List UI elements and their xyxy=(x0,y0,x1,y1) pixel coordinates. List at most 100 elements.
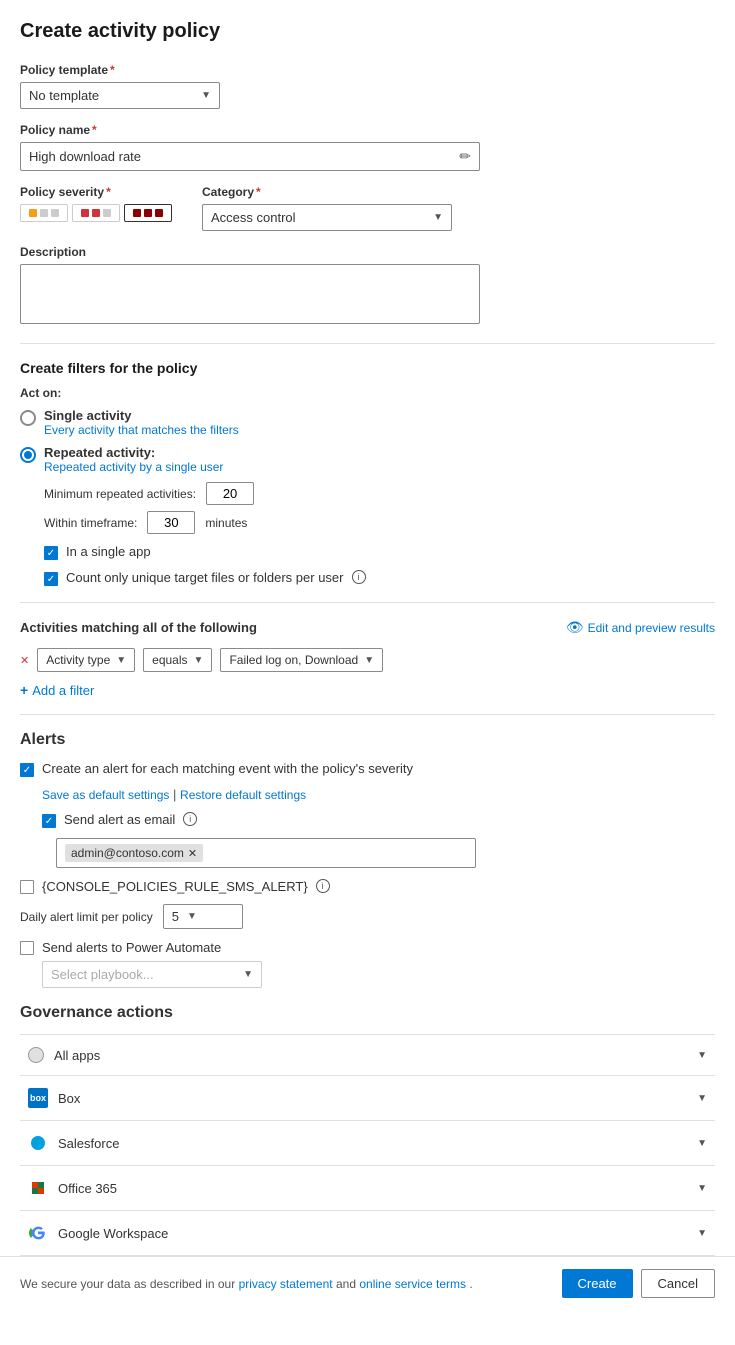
severity-medium-btn[interactable] xyxy=(72,204,120,222)
single-activity-label: Single activity xyxy=(44,408,239,423)
activity-type-filter[interactable]: Activity type ▼ xyxy=(37,648,135,672)
severity-high-btn[interactable] xyxy=(124,204,172,222)
in-single-app-checkbox[interactable]: ✓ xyxy=(44,546,58,560)
email-remove-icon[interactable]: ✕ xyxy=(188,847,197,860)
severity-category-row: Policy severity* xyxy=(20,185,715,231)
in-single-app-row: ✓ In a single app xyxy=(44,544,715,560)
category-group: Category* Access control ▼ xyxy=(202,185,452,231)
power-automate-row: Send alerts to Power Automate xyxy=(20,939,715,955)
filters-title: Create filters for the policy xyxy=(20,360,715,376)
online-service-terms-link[interactable]: online service terms xyxy=(359,1277,466,1291)
alerts-title: Alerts xyxy=(20,731,715,749)
min-repeated-input[interactable] xyxy=(206,482,254,505)
description-label: Description xyxy=(20,245,715,259)
count-unique-checkbox[interactable]: ✓ xyxy=(44,572,58,586)
chevron-down-icon: ▼ xyxy=(364,655,374,666)
governance-box[interactable]: box Box ▼ xyxy=(20,1075,715,1120)
send-email-checkbox[interactable]: ✓ xyxy=(42,814,56,828)
footer: We secure your data as described in our … xyxy=(0,1256,735,1310)
within-timeframe-row: Within timeframe: minutes xyxy=(44,511,715,534)
description-section: Description xyxy=(20,245,715,327)
count-unique-row: ✓ Count only unique target files or fold… xyxy=(44,570,715,586)
filter-value[interactable]: Failed log on, Download ▼ xyxy=(220,648,383,672)
sms-row: {CONSOLE_POLICIES_RULE_SMS_ALERT} i xyxy=(20,878,715,894)
min-repeated-row: Minimum repeated activities: xyxy=(44,482,715,505)
power-automate-checkbox[interactable] xyxy=(20,941,34,955)
minutes-label: minutes xyxy=(205,516,247,530)
description-textarea[interactable] xyxy=(20,264,480,324)
min-repeated-label: Minimum repeated activities: xyxy=(44,487,196,501)
repeated-activity-radio[interactable] xyxy=(20,447,36,463)
playbook-select[interactable]: Select playbook... ▼ xyxy=(42,961,262,988)
cancel-button[interactable]: Cancel xyxy=(641,1269,715,1298)
category-dropdown[interactable]: Access control ▼ xyxy=(202,204,452,231)
policy-name-section: Policy name* High download rate ✏ xyxy=(20,123,715,171)
playbook-placeholder: Select playbook... xyxy=(51,967,154,982)
governance-google[interactable]: Google Workspace ▼ xyxy=(20,1210,715,1256)
activities-matching-section: Activities matching all of the following… xyxy=(20,619,715,698)
create-button[interactable]: Create xyxy=(562,1269,633,1298)
policy-template-dropdown[interactable]: No template ▼ xyxy=(20,82,220,109)
single-activity-radio[interactable] xyxy=(20,410,36,426)
count-unique-info-icon[interactable]: i xyxy=(352,570,366,584)
category-label: Category* xyxy=(202,185,452,199)
email-input-box[interactable]: admin@contoso.com ✕ xyxy=(56,838,476,868)
chevron-down-icon: ▼ xyxy=(697,1138,707,1149)
send-email-info-icon[interactable]: i xyxy=(183,812,197,826)
chevron-down-icon: ▼ xyxy=(187,911,197,922)
edit-preview-link[interactable]: 👁 Edit and preview results xyxy=(566,619,715,636)
single-activity-sublabel: Every activity that matches the filters xyxy=(44,423,239,437)
send-email-row: ✓ Send alert as email i xyxy=(42,812,715,828)
privacy-statement-link[interactable]: privacy statement xyxy=(239,1277,333,1291)
chevron-down-icon: ▼ xyxy=(194,655,204,666)
chevron-down-icon: ▼ xyxy=(201,90,211,101)
all-apps-icon xyxy=(28,1047,44,1063)
chevron-down-icon: ▼ xyxy=(433,212,443,223)
single-activity-option[interactable]: Single activity Every activity that matc… xyxy=(20,408,715,437)
severity-low-dot xyxy=(29,209,37,217)
severity-low-btn[interactable] xyxy=(20,204,68,222)
restore-default-link[interactable]: Restore default settings xyxy=(180,788,306,802)
severity-high-dot xyxy=(133,209,141,217)
divider-3 xyxy=(20,714,715,715)
office365-icon xyxy=(28,1178,48,1198)
within-timeframe-input[interactable] xyxy=(147,511,195,534)
policy-name-input[interactable]: High download rate ✏ xyxy=(20,142,480,171)
footer-buttons: Create Cancel xyxy=(562,1269,716,1298)
governance-all-apps[interactable]: All apps ▼ xyxy=(20,1034,715,1075)
plus-icon: + xyxy=(20,682,28,698)
daily-limit-dropdown[interactable]: 5 ▼ xyxy=(163,904,243,929)
repeated-activity-sublabel: Repeated activity by a single user xyxy=(44,460,223,474)
filter-remove-icon[interactable]: ✕ xyxy=(20,654,29,667)
act-on-label: Act on: xyxy=(20,386,715,400)
severity-medium-dot xyxy=(81,209,89,217)
severity-group: Policy severity* xyxy=(20,185,172,222)
policy-template-section: Policy template* No template ▼ xyxy=(20,63,715,109)
repeated-activity-option[interactable]: Repeated activity: Repeated activity by … xyxy=(20,445,715,474)
governance-section: Governance actions All apps ▼ box Box ▼ xyxy=(20,1004,715,1256)
governance-salesforce[interactable]: Salesforce ▼ xyxy=(20,1120,715,1165)
severity-label: Policy severity* xyxy=(20,185,172,199)
sms-info-icon[interactable]: i xyxy=(316,879,330,893)
repeated-options: Minimum repeated activities: Within time… xyxy=(44,482,715,586)
chevron-down-icon: ▼ xyxy=(116,655,126,666)
sms-checkbox[interactable] xyxy=(20,880,34,894)
chevron-down-icon: ▼ xyxy=(697,1093,707,1104)
policy-name-label: Policy name* xyxy=(20,123,715,137)
footer-text: We secure your data as described in our … xyxy=(20,1277,473,1291)
create-alert-checkbox[interactable]: ✓ xyxy=(20,763,34,777)
salesforce-icon xyxy=(28,1133,48,1153)
add-filter-link[interactable]: + Add a filter xyxy=(20,682,715,698)
daily-limit-label: Daily alert limit per policy xyxy=(20,910,153,924)
create-alert-row: ✓ Create an alert for each matching even… xyxy=(20,761,715,777)
governance-office365[interactable]: Office 365 ▼ xyxy=(20,1165,715,1210)
page-title: Create activity policy xyxy=(20,20,715,43)
in-single-app-label: In a single app xyxy=(66,544,151,559)
save-default-link[interactable]: Save as default settings xyxy=(42,788,169,802)
save-restore-row: Save as default settings | Restore defau… xyxy=(42,787,715,802)
filter-operator[interactable]: equals ▼ xyxy=(143,648,212,672)
daily-limit-row: Daily alert limit per policy 5 ▼ xyxy=(20,904,715,929)
box-icon: box xyxy=(28,1088,48,1108)
email-tag: admin@contoso.com ✕ xyxy=(65,844,203,862)
repeated-activity-label: Repeated activity: xyxy=(44,445,223,460)
